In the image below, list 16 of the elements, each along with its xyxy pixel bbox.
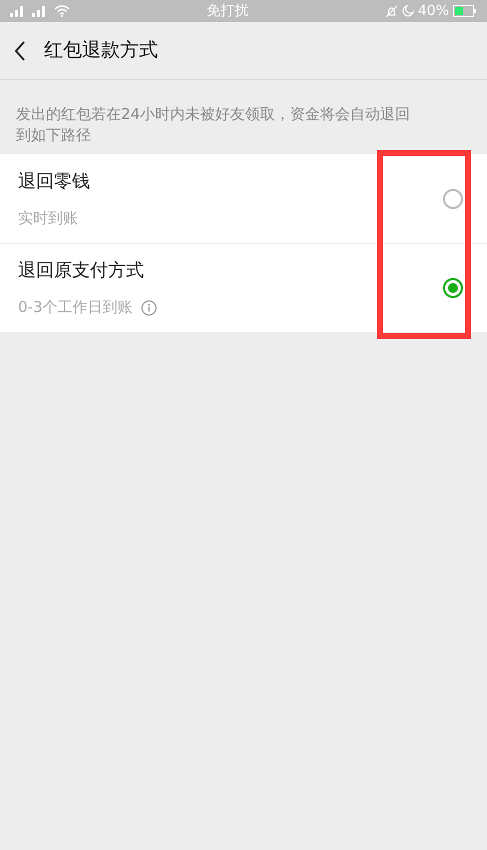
description-text: 发出的红包若在24小时内未被好友领取，资金将会自动退回到如下路径 — [15, 104, 412, 146]
moon-icon — [402, 5, 414, 17]
radio-button[interactable] — [443, 188, 463, 208]
option-subtitle: 0-3个工作日到账 — [18, 297, 132, 318]
option-title: 退回零钱 — [18, 170, 90, 194]
battery-percent: 40% — [418, 2, 449, 20]
wifi-icon — [54, 5, 70, 17]
radio-button[interactable] — [443, 278, 463, 298]
info-icon[interactable] — [140, 300, 156, 316]
bell-off-icon — [384, 4, 398, 18]
battery-icon — [453, 5, 477, 17]
option-title: 退回原支付方式 — [18, 259, 145, 284]
option-subtitle: 实时到账 — [18, 208, 78, 229]
page-title: 红包退款方式 — [44, 38, 158, 64]
back-icon[interactable] — [14, 40, 26, 60]
status-text: 免打扰 — [206, 2, 248, 20]
